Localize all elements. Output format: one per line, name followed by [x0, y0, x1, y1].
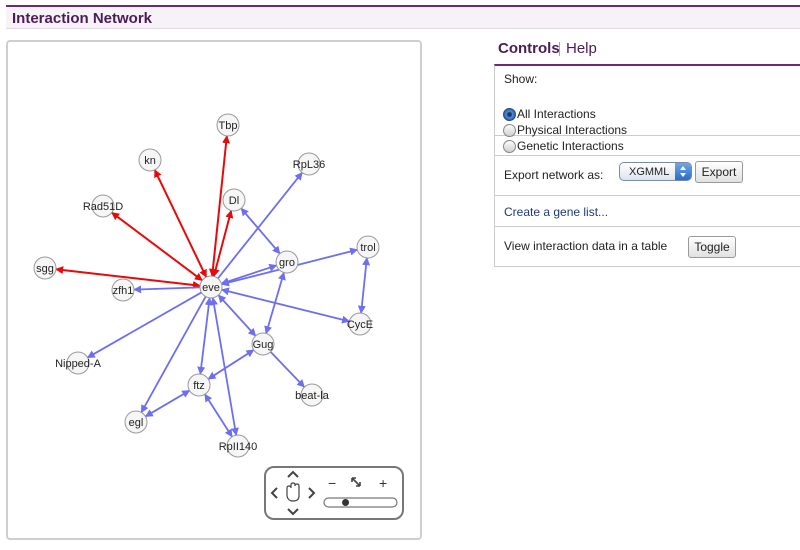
- node-eve[interactable]: eve: [199, 275, 223, 299]
- node-egl[interactable]: egl: [124, 410, 148, 434]
- node-beat-la[interactable]: beat-la: [295, 383, 330, 407]
- network-graph[interactable]: Tbp kn RpL36 Dl trol Rad51D gro sgg eve zfh1 CycE G…: [8, 42, 420, 538]
- node-label: CycE: [347, 319, 373, 331]
- network-graph-panel[interactable]: Tbp kn RpL36 Dl trol Rad51D gro sgg eve zfh1 CycE G…: [6, 40, 422, 540]
- node-Nipped-A[interactable]: Nipped-A: [55, 351, 102, 375]
- page-title: Interaction Network: [12, 10, 153, 27]
- hand-icon: [286, 482, 300, 502]
- export-format-value: XGMML: [629, 166, 670, 178]
- edge-eve-zfh1[interactable]: [133, 285, 201, 294]
- node-RpII140[interactable]: RpII140: [219, 434, 258, 458]
- node-RpL36[interactable]: RpL36: [293, 152, 325, 176]
- controls-tabs: Controls Help: [494, 40, 800, 58]
- node-label: kn: [144, 155, 156, 167]
- node-label: Rad51D: [83, 201, 123, 213]
- pan-right-icon[interactable]: [308, 487, 316, 499]
- node-Dl[interactable]: Dl: [222, 188, 246, 212]
- zoom-in-button[interactable]: +: [379, 475, 387, 491]
- show-filter-section: Show: All Interactions Physical Interact…: [494, 64, 800, 153]
- pan-control[interactable]: [270, 470, 316, 516]
- pan-left-icon[interactable]: [270, 487, 278, 499]
- edge-eve-RpII140[interactable]: [210, 297, 239, 436]
- edge-eve-gro[interactable]: [220, 263, 278, 286]
- node-label: ftz: [193, 380, 205, 392]
- tab-help[interactable]: Help: [566, 40, 597, 57]
- node-label: Gug: [253, 339, 274, 351]
- edge-eve-Gug[interactable]: [217, 294, 257, 337]
- node-ftz[interactable]: ftz: [187, 373, 211, 397]
- node-layer[interactable]: Tbp kn RpL36 Dl trol Rad51D gro sgg eve zfh1 CycE G…: [33, 113, 380, 458]
- node-label: beat-la: [295, 390, 330, 402]
- node-label: zfh1: [113, 285, 134, 297]
- node-trol[interactable]: trol: [356, 235, 380, 259]
- export-button[interactable]: Export: [695, 161, 743, 183]
- navigator-controls[interactable]: − +: [266, 468, 402, 518]
- export-format-select[interactable]: XGMML: [619, 162, 692, 181]
- edge-eve-Rad51D[interactable]: [111, 211, 203, 282]
- radio-button-selected[interactable]: [503, 108, 516, 121]
- edge-Dl-gro[interactable]: [240, 207, 281, 255]
- node-zfh1[interactable]: zfh1: [111, 278, 135, 302]
- node-label: trol: [360, 242, 375, 254]
- node-label: sgg: [36, 263, 54, 275]
- node-sgg[interactable]: sgg: [33, 256, 57, 280]
- node-label: gro: [279, 257, 295, 269]
- controls-panel: Controls Help Show: All Interactions Phy…: [494, 40, 800, 267]
- node-Gug[interactable]: Gug: [251, 332, 275, 356]
- show-label: Show:: [504, 72, 538, 86]
- tab-controls[interactable]: Controls: [498, 40, 560, 57]
- create-gene-list-link[interactable]: Create a gene list...: [504, 205, 608, 219]
- node-label: Tbp: [219, 120, 238, 132]
- export-label: Export network as:: [504, 168, 604, 182]
- edge-ftz-RpII140[interactable]: [204, 393, 233, 438]
- toggle-table-button[interactable]: Toggle: [688, 236, 736, 258]
- edge-eve-Nipped-A[interactable]: [86, 291, 202, 359]
- node-label: egl: [129, 417, 144, 429]
- node-label: RpL36: [293, 159, 325, 171]
- tab-divider: [559, 42, 560, 56]
- radio-label: Physical Interactions: [517, 123, 628, 137]
- edge-gro-Gug[interactable]: [264, 271, 286, 335]
- spacer: [494, 136, 800, 156]
- edge-eve-CycE[interactable]: [220, 287, 351, 324]
- select-arrows-icon: [675, 163, 691, 180]
- export-section: Export network as: XGMML Export: [494, 156, 800, 196]
- edge-eve-kn[interactable]: [153, 169, 208, 278]
- table-view-label: View interaction data in a table: [504, 239, 668, 253]
- node-label: RpII140: [219, 441, 258, 453]
- gene-list-section: Create a gene list...: [494, 196, 800, 227]
- fit-view-icon[interactable]: [351, 477, 361, 487]
- pan-up-icon[interactable]: [287, 470, 299, 478]
- node-Tbp[interactable]: Tbp: [216, 113, 240, 137]
- node-kn[interactable]: kn: [138, 148, 162, 172]
- zoom-slider-track[interactable]: [323, 497, 398, 508]
- header-bar: Interaction Network: [6, 5, 800, 29]
- node-label: Dl: [229, 195, 239, 207]
- zoom-out-button[interactable]: −: [328, 475, 336, 491]
- graph-navigator[interactable]: − +: [264, 466, 404, 520]
- edge-trol-CycE[interactable]: [357, 257, 371, 314]
- node-Rad51D[interactable]: Rad51D: [83, 194, 123, 218]
- node-CycE[interactable]: CycE: [347, 312, 373, 336]
- edge-Gug-beat-la[interactable]: [269, 351, 306, 388]
- node-label: Nipped-A: [55, 358, 102, 370]
- pan-down-icon[interactable]: [287, 508, 299, 516]
- edge-Gug-ftz[interactable]: [207, 349, 255, 380]
- radio-label: All Interactions: [517, 107, 596, 121]
- zoom-slider-thumb[interactable]: [342, 499, 350, 506]
- edge-eve-ftz[interactable]: [197, 297, 213, 375]
- node-label: eve: [202, 282, 220, 294]
- table-view-section: View interaction data in a table Toggle: [494, 227, 800, 267]
- node-gro[interactable]: gro: [275, 250, 299, 274]
